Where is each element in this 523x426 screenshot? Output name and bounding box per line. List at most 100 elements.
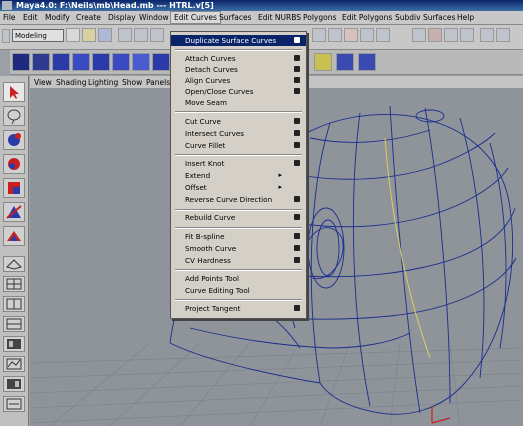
select-by-hierarchy-icon[interactable] [118,28,132,42]
menu-item-project-tangent[interactable]: Project Tangent [171,303,306,314]
four-panel-icon[interactable] [3,276,25,292]
snap-to-point-icon[interactable] [344,28,358,42]
option-box-icon[interactable] [294,66,300,72]
option-box-icon[interactable] [294,214,300,220]
panel-menu-shading[interactable]: Shading [56,78,86,87]
save-icon[interactable] [98,28,112,42]
loft-icon[interactable] [336,53,354,71]
render-globals-icon[interactable] [444,28,458,42]
select-by-component-icon[interactable] [150,28,164,42]
panel-menu-view[interactable]: View [34,78,52,87]
option-box-icon[interactable] [294,160,300,166]
nurbs-sphere-icon[interactable] [52,53,70,71]
menu-item-fit-b-spline[interactable]: Fit B-spline [171,231,306,242]
menu-item-detach-curves[interactable]: Detach Curves [171,64,306,75]
menu-item-offset[interactable]: Offset ▸ [171,182,306,193]
menu-item-smooth-curve[interactable]: Smooth Curve [171,243,306,254]
option-box-icon[interactable] [294,130,300,136]
snap-to-curve-icon[interactable] [328,28,342,42]
nurbs-cylinder-icon[interactable] [92,53,110,71]
hypershade-layout-icon[interactable] [3,336,25,352]
nurbs-cube-icon[interactable] [72,53,90,71]
select-arrow-icon[interactable] [3,82,25,102]
menu-file[interactable]: File [3,13,16,22]
outliner-layout-icon[interactable] [3,316,25,332]
menu-item-intersect-curves[interactable]: Intersect Curves [171,128,306,139]
menu-divider [175,227,302,229]
menu-polygons[interactable]: Polygons [303,13,336,22]
window-title: Maya4.0: F:\Neils\mb\Head.mb --- HTRL.v[… [16,1,214,10]
panel-menu-panels[interactable]: Panels [146,78,170,87]
history-icon[interactable] [376,28,390,42]
menu-modify[interactable]: Modify [45,13,70,22]
lock-icon[interactable] [360,28,374,42]
nurbs-torus-icon[interactable] [152,53,170,71]
script-editor-layout-icon[interactable] [3,396,25,412]
open-scene-icon[interactable] [82,28,96,42]
menu-create[interactable]: Create [76,13,101,22]
collapse-handle-icon[interactable] [2,29,10,43]
nurbs-cone-icon[interactable] [112,53,130,71]
scale-icon[interactable] [3,178,25,198]
extrude-icon[interactable] [358,53,376,71]
menu-edit-polygons[interactable]: Edit Polygons [342,13,392,22]
option-box-icon[interactable] [294,245,300,251]
graph-editor-layout-icon[interactable] [3,356,25,372]
render-icon[interactable] [412,28,426,42]
option-box-icon[interactable] [294,55,300,61]
select-by-object-icon[interactable] [134,28,148,42]
option-box-icon[interactable] [294,37,300,43]
menu-item-open-close-curves[interactable]: Open/Close Curves [171,86,306,97]
move-icon[interactable] [3,130,25,150]
hypergraph-layout-icon[interactable] [3,376,25,392]
menu-item-cv-hardness[interactable]: CV Hardness [171,255,306,266]
channel-box-icon[interactable] [480,28,494,42]
lasso-icon[interactable] [3,106,25,126]
menu-item-reverse-curve-direction[interactable]: Reverse Curve Direction [171,194,306,205]
option-box-icon[interactable] [294,233,300,239]
option-box-icon[interactable] [294,88,300,94]
menu-item-add-points-tool[interactable]: Add Points Tool [171,273,306,284]
revolve-icon[interactable] [314,53,332,71]
option-box-icon[interactable] [294,118,300,124]
panel-menu-lighting[interactable]: Lighting [88,78,118,87]
menu-item-curve-fillet[interactable]: Curve Fillet [171,140,306,151]
show-manipulator-icon[interactable] [3,202,25,222]
snap-to-grid-icon[interactable] [312,28,326,42]
menu-item-insert-knot[interactable]: Insert Knot [171,158,306,169]
menu-edit-curves[interactable]: Edit Curves [170,11,221,24]
option-box-icon[interactable] [294,257,300,263]
menu-item-align-curves[interactable]: Align Curves [171,75,306,86]
option-box-icon[interactable] [294,77,300,83]
menu-display[interactable]: Display [108,13,136,22]
option-box-icon[interactable] [294,305,300,311]
attribute-editor-icon[interactable] [496,28,510,42]
menu-item-attach-curves[interactable]: Attach Curves [171,53,306,64]
menu-item-move-seam[interactable]: Move Seam [171,97,306,108]
menu-set-dropdown[interactable]: Modeling [12,29,64,42]
menu-item-cut-curve[interactable]: Cut Curve [171,116,306,127]
nurbs-plane-icon[interactable] [132,53,150,71]
cv-curve-icon[interactable] [12,53,30,71]
menu-subdiv-surfaces[interactable]: Subdiv Surfaces [395,13,455,22]
ipr-render-icon[interactable] [428,28,442,42]
new-scene-icon[interactable] [66,28,80,42]
last-tool-icon[interactable] [3,226,25,246]
menu-item-duplicate-surface-curves[interactable]: Duplicate Surface Curves [171,35,306,46]
render-view-icon[interactable] [460,28,474,42]
menu-item-curve-editing-tool[interactable]: Curve Editing Tool [171,285,306,296]
menu-surfaces[interactable]: Surfaces [219,13,251,22]
rotate-icon[interactable] [3,154,25,174]
option-box-icon[interactable] [294,142,300,148]
ep-curve-icon[interactable] [32,53,50,71]
menu-edit-nurbs[interactable]: Edit NURBS [258,13,301,22]
menu-item-extend[interactable]: Extend ▸ [171,170,306,181]
menu-help[interactable]: Help [457,13,474,22]
panel-menu-show[interactable]: Show [122,78,142,87]
menu-edit[interactable]: Edit [23,13,38,22]
two-panel-icon[interactable] [3,296,25,312]
single-perspective-icon[interactable] [3,256,25,272]
menu-window[interactable]: Window [139,13,169,22]
option-box-icon[interactable] [294,196,300,202]
menu-item-rebuild-curve[interactable]: Rebuild Curve [171,212,306,223]
